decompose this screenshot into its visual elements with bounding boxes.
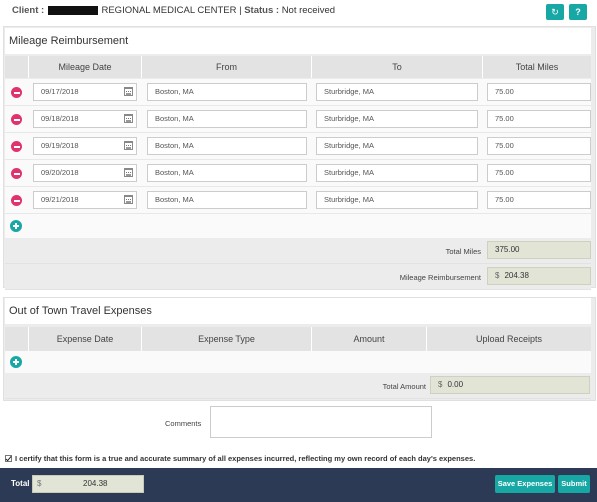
mileage-date-input[interactable]: 09/18/2018 [33,110,137,128]
total-miles-value: 375.00 [487,241,591,259]
from-input[interactable]: Boston, MA [147,83,307,101]
add-expense-row-icon[interactable] [10,356,22,368]
remove-row-icon[interactable] [11,195,22,206]
separator: | [239,5,242,16]
comments-label: Comments [165,419,202,428]
travel-header-spacer [5,327,29,351]
add-row-bar [5,214,591,238]
total-amount-row: Total Amount $0.00 [5,373,591,399]
client-name: REGIONAL MEDICAL CENTER [101,5,237,16]
currency-symbol: $ [495,271,500,280]
calendar-icon[interactable] [124,141,133,150]
footer-total-label: Total [11,479,30,488]
mileage-row: 09/18/2018 Boston, MA Sturbridge, MA 75.… [5,106,591,133]
add-expense-bar [5,351,591,373]
column-expense-type: Expense Type [142,327,312,351]
mileage-reimbursement-row: Mileage Reimbursement $204.38 [5,264,591,290]
mileage-row: 09/20/2018 Boston, MA Sturbridge, MA 75.… [5,160,591,187]
total-miles-row: Total Miles 375.00 [5,238,591,264]
total-miles-input[interactable]: 75.00 [487,191,591,209]
column-mileage-date: Mileage Date [29,56,142,78]
help-button[interactable]: ? [569,4,587,20]
mileage-date-input[interactable]: 09/19/2018 [33,137,137,155]
certify-checkbox[interactable] [5,455,12,462]
redacted-client-name [47,5,98,15]
mileage-row: 09/19/2018 Boston, MA Sturbridge, MA 75.… [5,133,591,160]
mileage-date-input[interactable]: 09/21/2018 [33,191,137,209]
column-from: From [142,56,312,78]
certify-text: I certify that this form is a true and a… [15,454,476,463]
circle-arrow-button[interactable]: ↻ [546,4,564,20]
mileage-reimbursement-label: Mileage Reimbursement [399,273,481,282]
from-input[interactable]: Boston, MA [147,137,307,155]
circle-arrow-icon: ↻ [551,7,559,17]
footer-total-value: 204.38 [83,479,108,488]
save-expenses-button[interactable]: Save Expenses [495,475,555,493]
calendar-icon[interactable] [124,195,133,204]
total-amount-label: Total Amount [382,382,426,391]
calendar-icon[interactable] [124,114,133,123]
total-miles-input[interactable]: 75.00 [487,110,591,128]
help-icon: ? [575,7,581,17]
travel-section-title: Out of Town Travel Expenses [5,298,591,324]
mileage-header-spacer [5,56,29,78]
status-label: Status : [244,5,280,16]
footer-bar: Total $ 204.38 Save Expenses Submit [0,468,597,502]
to-input[interactable]: Sturbridge, MA [316,164,478,182]
comments-textarea[interactable] [210,406,432,438]
from-input[interactable]: Boston, MA [147,191,307,209]
currency-symbol: $ [438,380,443,389]
calendar-icon[interactable] [124,87,133,96]
remove-row-icon[interactable] [11,87,22,98]
client-label: Client : [12,5,45,16]
remove-row-icon[interactable] [11,168,22,179]
remove-row-icon[interactable] [11,114,22,125]
mileage-section-title: Mileage Reimbursement [5,28,591,54]
column-total-miles: Total Miles [483,56,591,78]
mileage-row: 09/17/2018 Boston, MA Sturbridge, MA 75.… [5,79,591,106]
mileage-date-input[interactable]: 09/17/2018 [33,83,137,101]
from-input[interactable]: Boston, MA [147,110,307,128]
client-status-line: Client : REGIONAL MEDICAL CENTER | Statu… [12,5,335,16]
total-miles-input[interactable]: 75.00 [487,83,591,101]
to-input[interactable]: Sturbridge, MA [316,191,478,209]
total-amount-value: $0.00 [430,376,590,394]
currency-symbol: $ [37,479,42,488]
mileage-reimbursement-value: $204.38 [487,267,591,285]
footer-total-field: $ 204.38 [32,475,144,493]
mileage-row: 09/21/2018 Boston, MA Sturbridge, MA 75.… [5,187,591,214]
status-value: Not received [281,5,336,16]
submit-button[interactable]: Submit [558,475,590,493]
to-input[interactable]: Sturbridge, MA [316,137,478,155]
page-header: Client : REGIONAL MEDICAL CENTER | Statu… [0,0,597,24]
total-miles-input[interactable]: 75.00 [487,137,591,155]
column-amount: Amount [312,327,427,351]
total-miles-input[interactable]: 75.00 [487,164,591,182]
column-expense-date: Expense Date [29,327,142,351]
from-input[interactable]: Boston, MA [147,164,307,182]
add-mileage-row-icon[interactable] [10,220,22,232]
remove-row-icon[interactable] [11,141,22,152]
column-upload-receipts: Upload Receipts [427,327,591,351]
to-input[interactable]: Sturbridge, MA [316,110,478,128]
to-input[interactable]: Sturbridge, MA [316,83,478,101]
total-miles-label: Total Miles [445,247,481,256]
calendar-icon[interactable] [124,168,133,177]
certify-line: I certify that this form is a true and a… [5,454,475,463]
column-to: To [312,56,483,78]
mileage-date-input[interactable]: 09/20/2018 [33,164,137,182]
